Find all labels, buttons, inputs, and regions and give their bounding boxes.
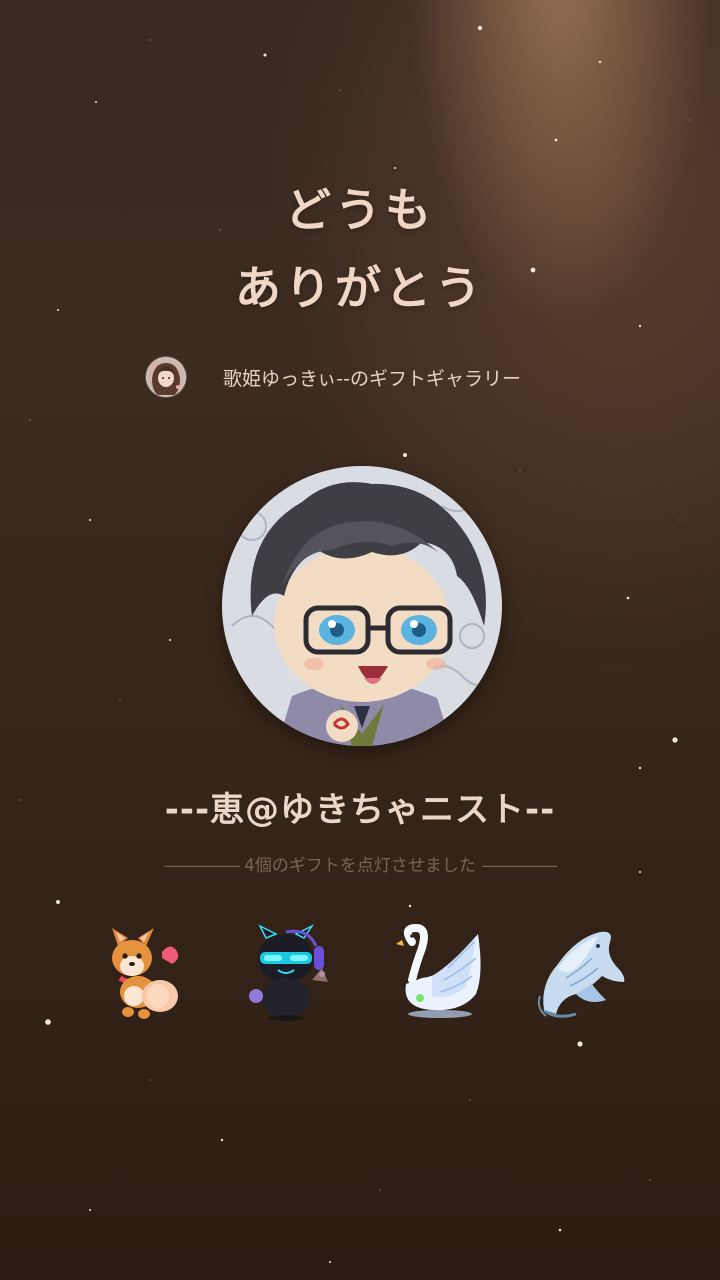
gift-count-summary: ————— 4個のギフトを点灯させました —————: [0, 851, 720, 876]
summary-text: 4個のギフトを点灯させました: [244, 856, 476, 876]
gallery-owner-avatar[interactable]: [145, 356, 187, 398]
summary-rule-left: —————: [163, 856, 241, 876]
user-name: ---恵@ゆきちゃニスト--: [164, 790, 556, 830]
summary-rule-right: —————: [481, 856, 558, 876]
user-avatar[interactable]: [222, 466, 502, 746]
gallery-owner-row[interactable]: 歌姫ゆっきぃ--のギフトギャラリー: [145, 356, 605, 398]
gift-list: [0, 924, 720, 1024]
thanks-heading-line2: ありがとう: [235, 261, 485, 315]
corgi-gift-icon[interactable]: [98, 924, 194, 1024]
gallery-title: 歌姫ゆっきぃ--のギフトギャラリー: [223, 368, 521, 390]
whale-gift-icon[interactable]: [536, 924, 632, 1024]
swan-gift-icon[interactable]: [392, 924, 488, 1024]
gift-gallery-screen: どうも ありがとう 歌姫ゆっきぃ--のギフトギャラリー ---恵@ゆきちゃニスト…: [0, 0, 720, 1280]
cyber-cat-gift-icon[interactable]: [242, 924, 338, 1024]
thanks-heading-line1: どうも: [285, 183, 435, 237]
